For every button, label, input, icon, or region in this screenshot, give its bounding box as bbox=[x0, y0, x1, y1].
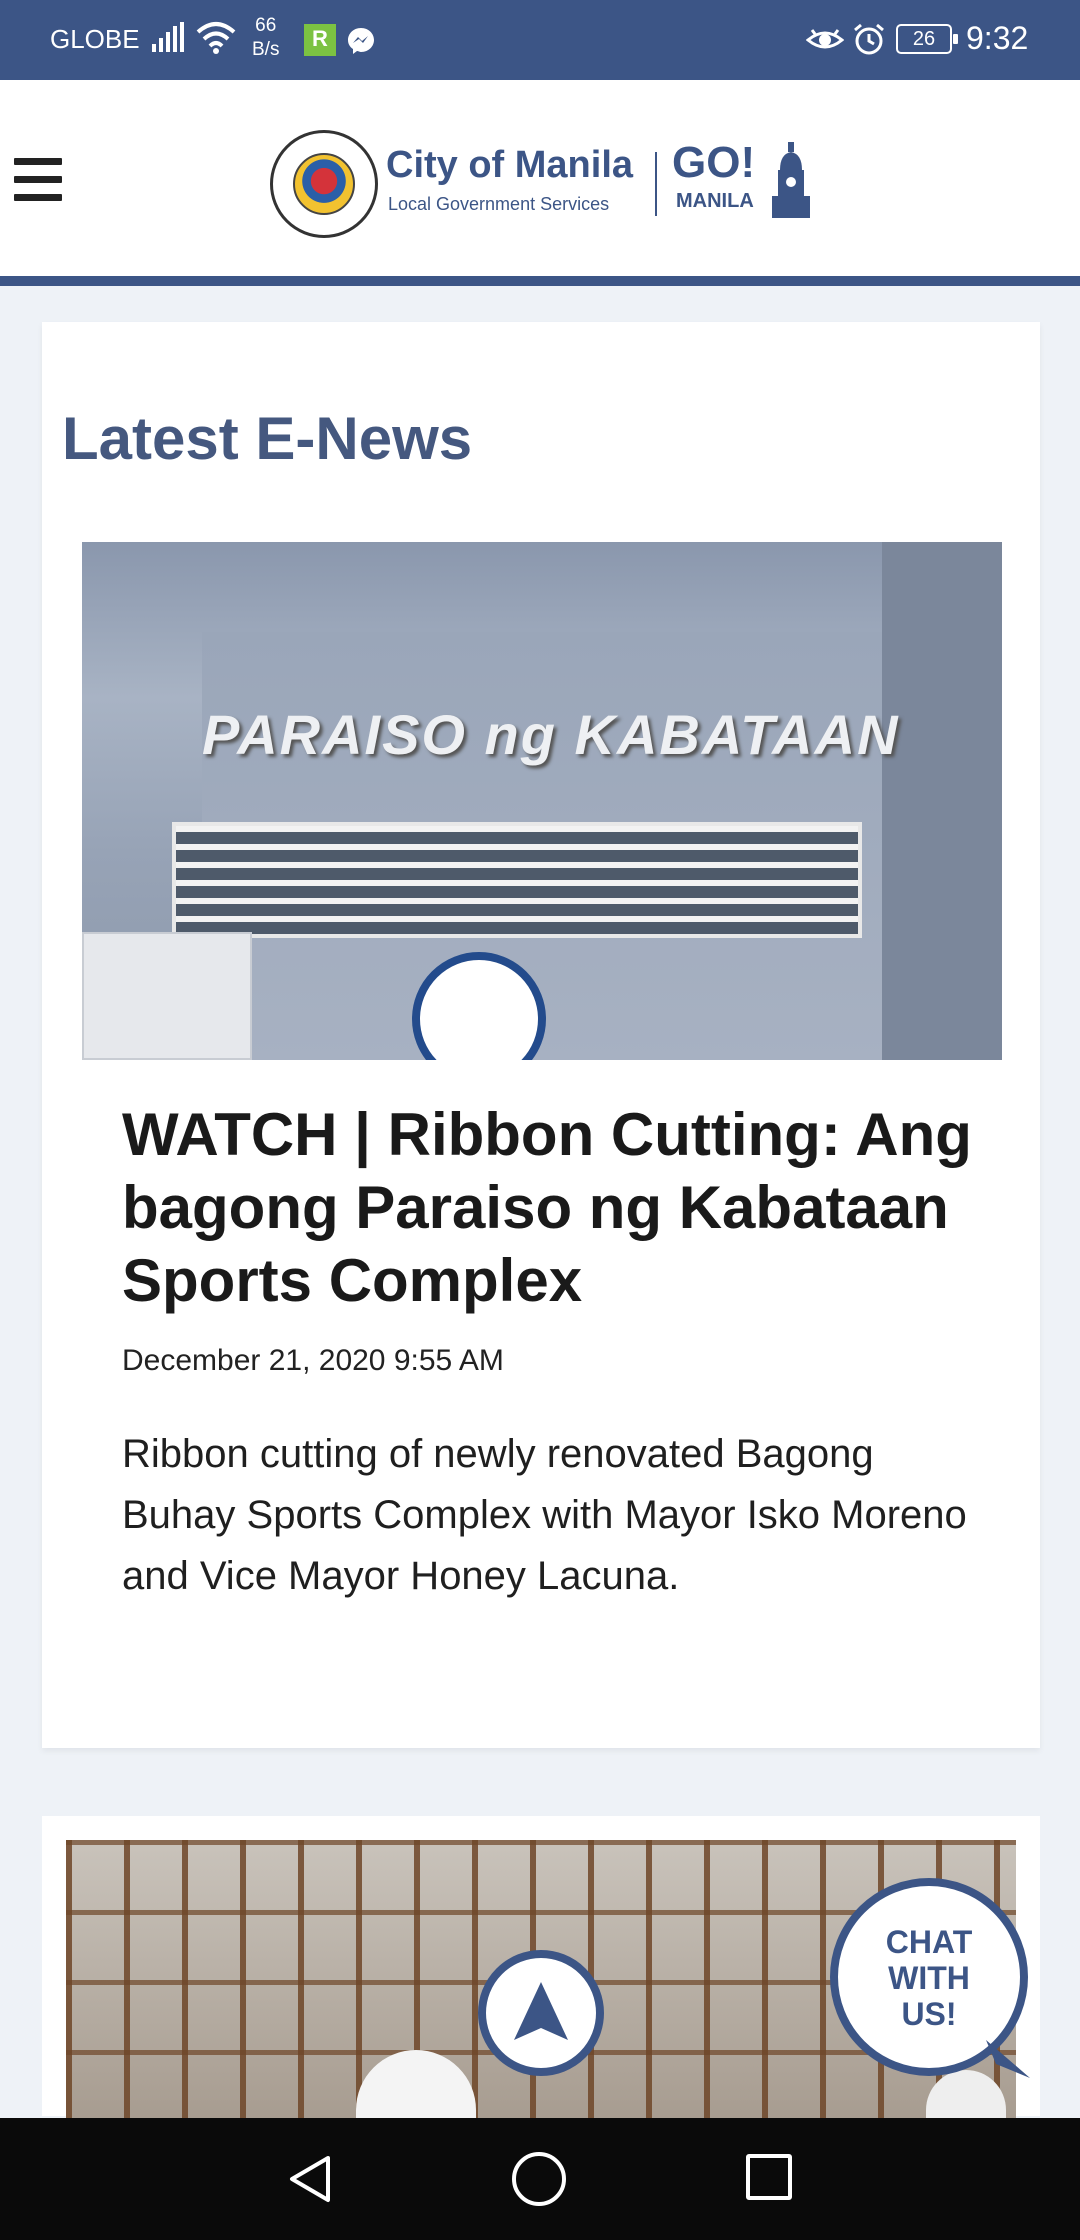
back-icon[interactable] bbox=[286, 2154, 334, 2204]
image-window bbox=[172, 822, 862, 938]
brand-title[interactable]: City of Manila bbox=[386, 144, 633, 187]
carrier-label: GLOBE bbox=[50, 24, 140, 54]
article-headline[interactable]: WATCH | Ribbon Cutting: Ang bagong Parai… bbox=[122, 1098, 982, 1317]
image-aircon bbox=[82, 932, 252, 1060]
seal-emblem bbox=[293, 153, 355, 215]
go-manila-subtitle: MANILA bbox=[676, 190, 754, 212]
system-nav-bar bbox=[0, 2118, 1080, 2240]
clock: 9:32 bbox=[966, 20, 1029, 56]
home-icon[interactable] bbox=[512, 2152, 566, 2206]
battery-indicator: 26 bbox=[896, 24, 958, 54]
network-speed: 66 B/s bbox=[252, 15, 280, 60]
wifi-icon bbox=[196, 22, 236, 54]
chat-label-line2: WITH bbox=[888, 1960, 970, 1996]
messenger-icon bbox=[348, 28, 374, 54]
eye-comfort-icon bbox=[806, 29, 844, 49]
hard-hat bbox=[356, 2050, 476, 2120]
article-excerpt: Ribbon cutting of newly renovated Bagong… bbox=[122, 1432, 967, 1598]
brand-divider bbox=[655, 152, 657, 216]
alarm-icon bbox=[854, 23, 884, 55]
site-header: City of Manila Local Government Services… bbox=[0, 80, 1080, 286]
signal-icon bbox=[152, 22, 184, 52]
recent-apps-icon[interactable] bbox=[746, 2154, 792, 2200]
hamburger-icon[interactable] bbox=[14, 158, 62, 204]
article-image[interactable]: PARAISO ng KABATAAN bbox=[82, 542, 1002, 1060]
chat-label-line3: US! bbox=[901, 1996, 957, 2032]
status-bar: GLOBE 66 B/s R 26 9:32 bbox=[0, 0, 1080, 80]
go-manila-logo-text: GO! bbox=[672, 138, 756, 187]
scroll-to-top-button[interactable] bbox=[478, 1950, 604, 2076]
section-title: Latest E-News bbox=[62, 405, 473, 472]
article-date: December 21, 2020 9:55 AM bbox=[122, 1344, 504, 1377]
chat-label-line1: CHAT bbox=[885, 1924, 973, 1960]
city-seal-logo[interactable] bbox=[270, 130, 378, 238]
arrow-up-icon bbox=[514, 1982, 568, 2040]
brand-subtitle: Local Government Services bbox=[388, 194, 610, 214]
image-sign-text: PARAISO ng KABATAAN bbox=[202, 703, 900, 766]
app-notification-icon: R bbox=[304, 24, 336, 56]
clock-tower-icon bbox=[772, 142, 810, 218]
chat-bubble-tail bbox=[986, 2040, 1030, 2078]
